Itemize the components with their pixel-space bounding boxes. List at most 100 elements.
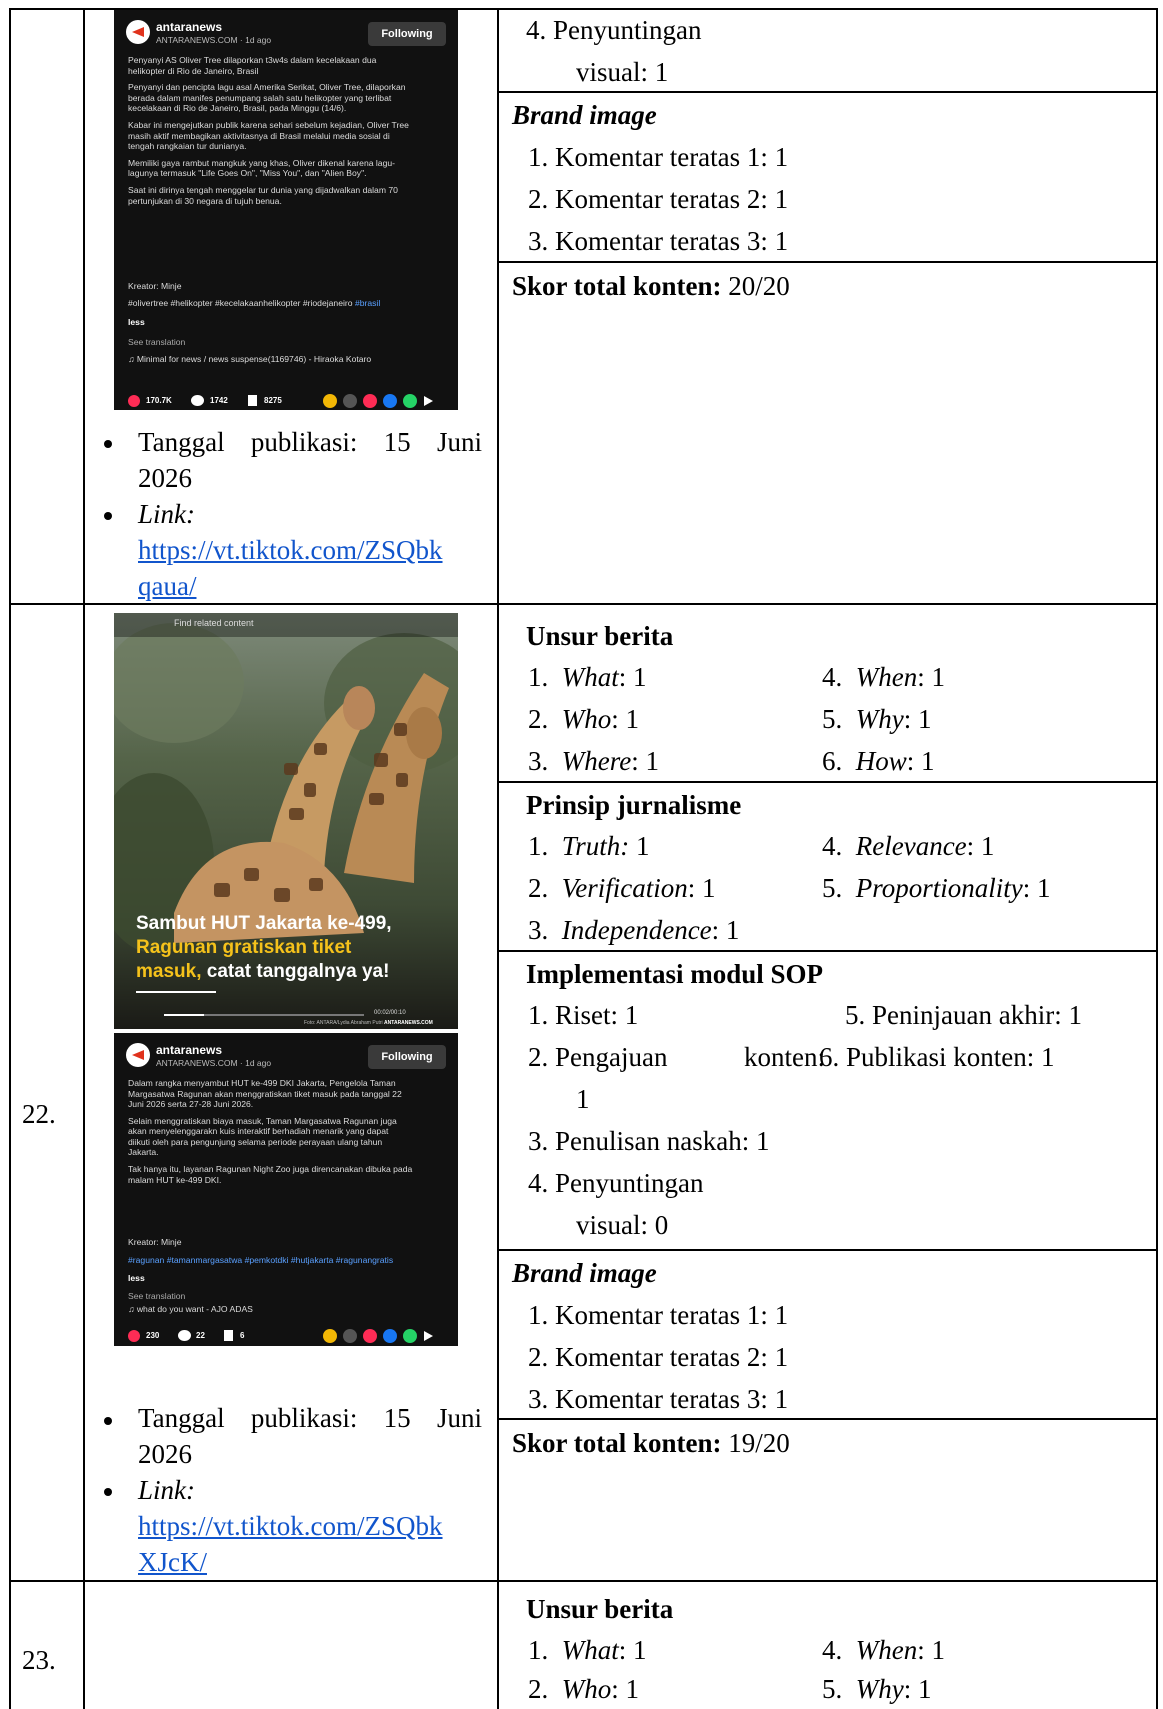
post-body-line: Juni 2026 serta 27-28 Juni 2026. (128, 1099, 254, 1109)
video-time: 00:02/00:10 (374, 1010, 406, 1016)
post-body-line: Dalam rangka menyambut HUT ke-499 DKI Ja… (128, 1078, 396, 1088)
unsur-item: 4. When: 1 (822, 662, 945, 692)
sop-item: 1. Riset: 1 (528, 1000, 639, 1030)
whatsapp-icon[interactable] (403, 394, 417, 408)
coin-icon[interactable] (323, 394, 337, 408)
prinsip-item: 1. Truth: 1 (528, 831, 650, 861)
share-arrow-icon[interactable] (424, 1331, 433, 1341)
unsur-item: 6. How: 1 (822, 746, 935, 776)
comment-icon[interactable] (178, 1330, 191, 1341)
bookmark-icon[interactable] (224, 1330, 233, 1341)
music-line: ♫ what do you want - AJO ADAS (128, 1304, 253, 1314)
embed-icon[interactable] (343, 394, 357, 408)
post-creator: Kreator: Minje (128, 1237, 182, 1247)
row-number: 22. (22, 1099, 56, 1129)
facebook-icon[interactable] (383, 1329, 397, 1343)
tiktok-link[interactable]: https://vt.tiktok.com/ZSQbk (138, 1506, 443, 1546)
row-number: 23. (22, 1645, 56, 1675)
table-border-col1 (83, 8, 85, 1709)
video-search-bar[interactable]: Find related content (114, 613, 458, 637)
unsur-item: 5. Why: 1 (822, 704, 932, 734)
comment-icon[interactable] (191, 395, 204, 406)
following-button[interactable]: Following (368, 22, 446, 46)
sop-item: 3. Penulisan naskah: 1 (528, 1126, 770, 1156)
post-body-line: berada dalam manifes penumpang salah sat… (128, 92, 392, 103)
tiktok-link-cont[interactable]: XJcK/ (138, 1542, 207, 1582)
video-progress-fill (164, 1014, 204, 1016)
unsur-berita-title: Unsur berita (526, 1594, 674, 1624)
like-icon[interactable] (128, 395, 140, 407)
sop-title: Implementasi modul SOP (526, 959, 824, 989)
facebook-icon[interactable] (383, 394, 397, 408)
prinsip-item: 4. Relevance: 1 (822, 831, 995, 861)
comment-count: 22 (196, 1331, 205, 1340)
embed-icon[interactable] (343, 1329, 357, 1343)
bullet-icon (104, 440, 112, 448)
post-body-line: kecelakaan di Rio de Janeiro, Brasil, pa… (128, 103, 347, 114)
video-caption-line3: masuk, catat tanggalnya ya! (136, 961, 390, 982)
unsur-item: 2. Who: 1 (528, 1674, 640, 1704)
publish-year: 2026 (138, 1439, 192, 1469)
video-caption-line1: Sambut HUT Jakarta ke-499, (136, 913, 392, 934)
post-body-line: Penyanyi AS Oliver Tree dilaporkan t3w4s… (128, 55, 377, 65)
see-translation-link[interactable]: See translation (128, 1291, 185, 1302)
video-progress-bar[interactable] (164, 1014, 364, 1016)
cell-divider (497, 950, 1158, 952)
post-body-line: Kabar ini mengejutkan publik karena seha… (128, 120, 409, 131)
tiktok-post-screenshot-22: antaranews ANTARANEWS.COM · 1d ago Follo… (114, 1033, 458, 1346)
post-body-line: diikuti oleh para pengunjung selama peri… (128, 1136, 383, 1147)
brand-item: 3. Komentar teratas 3: 1 (528, 1384, 789, 1414)
less-link[interactable]: less (128, 317, 145, 328)
share-arrow-icon[interactable] (424, 396, 433, 406)
account-sub: ANTARANEWS.COM · 1d ago (156, 1058, 272, 1068)
see-translation-link[interactable]: See translation (128, 337, 185, 348)
brand-item: 1. Komentar teratas 1: 1 (528, 142, 789, 172)
post-body-line: akan menyelenggarakn kuis interaktif ber… (128, 1126, 389, 1137)
less-link[interactable]: less (128, 1273, 145, 1284)
share-red-icon[interactable] (363, 1329, 377, 1343)
bookmark-count: 6 (240, 1331, 245, 1340)
following-button[interactable]: Following (368, 1045, 446, 1069)
post-body-line: Penyanyi dan pencipta lagu asal Amerika … (128, 82, 406, 93)
tiktok-post-screenshot-21: antaranews ANTARANEWS.COM · 1d ago Follo… (114, 10, 458, 410)
sop-item: konten: (744, 1042, 825, 1072)
sop-item-4-value: visual: 1 (576, 57, 669, 87)
tiktok-link-cont[interactable]: qaua/ (138, 566, 196, 606)
like-count: 230 (146, 1331, 160, 1340)
post-body-line: Tak hanya itu, layanan Ragunan Night Zoo… (128, 1164, 413, 1175)
antaranews-logo-icon (126, 20, 150, 44)
post-body-line: malam HUT ke-499 DKI. (128, 1174, 222, 1185)
prinsip-title: Prinsip jurnalisme (526, 790, 742, 820)
brand-item: 2. Komentar teratas 2: 1 (528, 184, 789, 214)
unsur-item: 5. Why: 1 (822, 1674, 932, 1704)
total-score: Skor total konten: 19/20 (512, 1428, 790, 1458)
post-body-line: Jakarta. (128, 1147, 159, 1158)
unsur-item: 1. What: 1 (528, 662, 647, 692)
share-red-icon[interactable] (363, 394, 377, 408)
table-border-left (9, 8, 11, 1709)
coin-icon[interactable] (323, 1329, 337, 1343)
cell-divider (497, 781, 1158, 783)
account-name: antaranews (156, 1043, 223, 1057)
sop-item: 5. Peninjauan akhir: 1 (845, 1000, 1082, 1030)
bookmark-icon[interactable] (248, 395, 257, 406)
tiktok-link[interactable]: https://vt.tiktok.com/ZSQbk (138, 530, 443, 570)
post-body-line: tengah rangkaian tur dunianya. (128, 141, 247, 152)
whatsapp-icon[interactable] (403, 1329, 417, 1343)
like-count: 170.7K (146, 396, 172, 405)
antaranews-logo-icon (126, 1043, 150, 1067)
bookmark-count: 8275 (264, 396, 282, 405)
post-body-line: pertunjukan di 30 negara di tujuh benua. (128, 195, 282, 206)
unsur-berita-title: Unsur berita (526, 621, 674, 651)
account-name: antaranews (156, 20, 223, 34)
like-icon[interactable] (128, 1330, 140, 1342)
sop-item: 4. Penyuntingan (528, 1168, 704, 1198)
brand-image-title: Brand image (512, 100, 657, 130)
cell-divider (497, 1249, 1158, 1251)
post-hashtags: #ragunan #tamanmargasatwa #pemkotdki #hu… (128, 1255, 394, 1265)
sop-item: 6. Publikasi konten: 1 (819, 1042, 1055, 1072)
link-label: Link: (138, 499, 195, 529)
caption-underline (136, 991, 216, 993)
sop-item: visual: 0 (576, 1210, 669, 1240)
post-body-line: Margasatwa Ragunan akan menggratiskan ti… (128, 1088, 402, 1099)
